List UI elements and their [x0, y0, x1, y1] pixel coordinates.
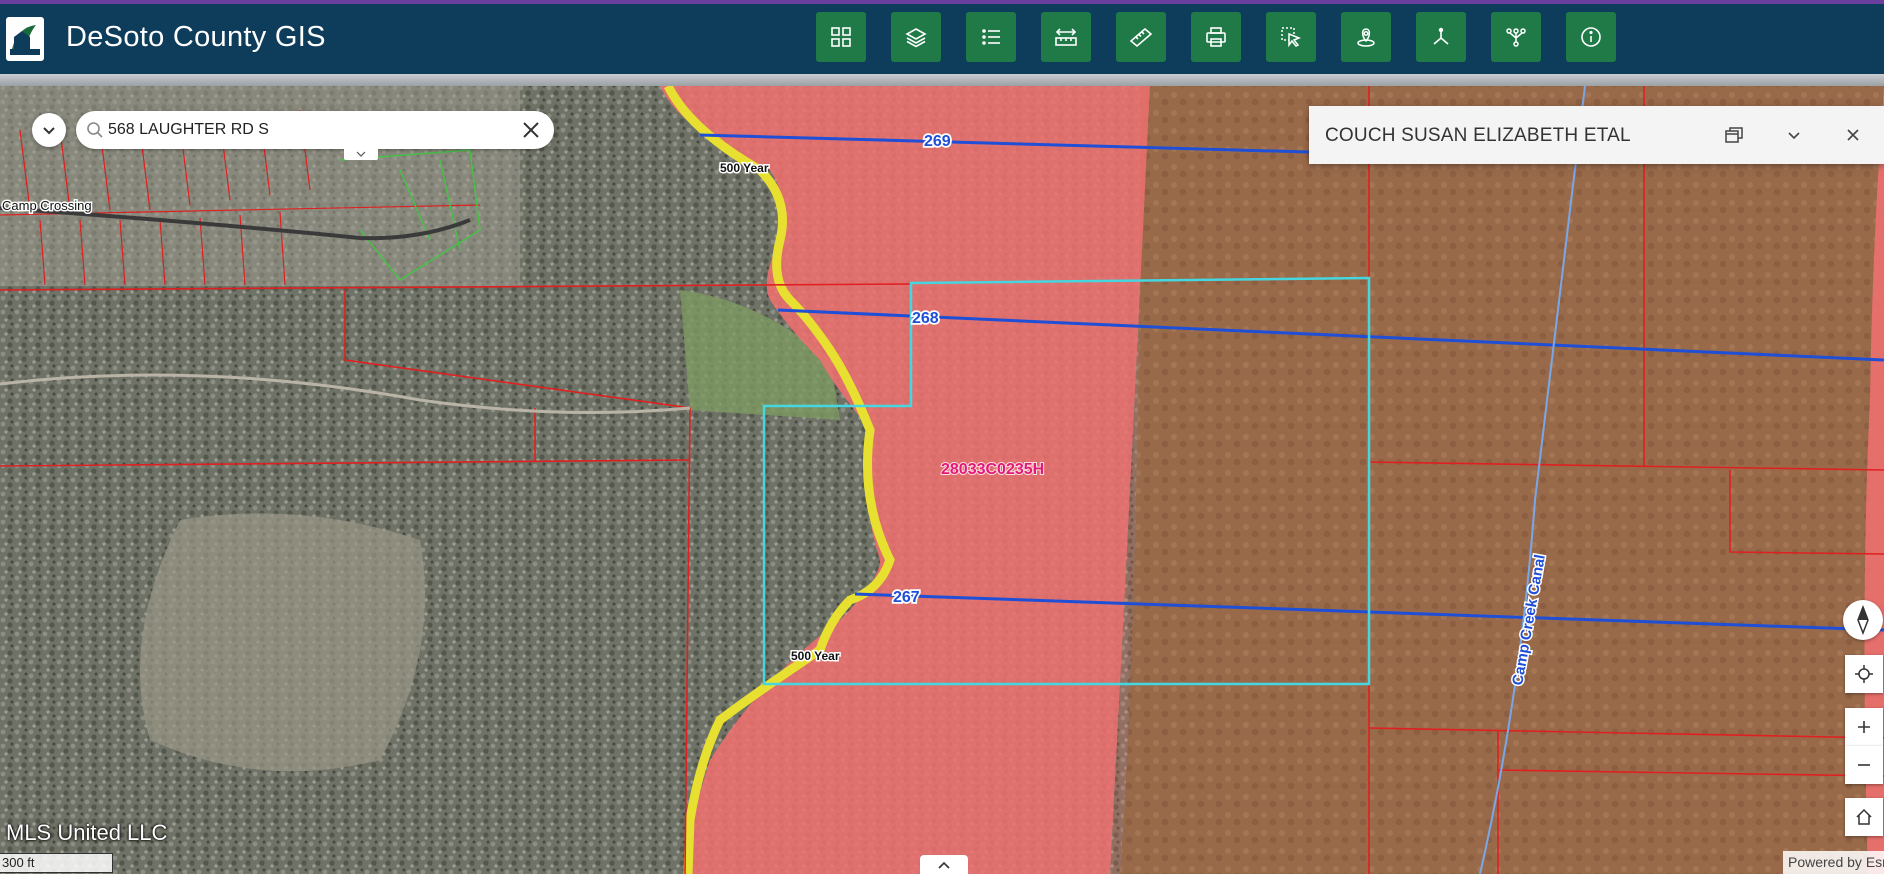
select-tool-icon [1281, 27, 1302, 48]
imagery-attribution: MLS United LLC [6, 820, 168, 845]
search-input[interactable]: 568 LAUGHTER RD S [76, 111, 554, 149]
locate-button[interactable] [1845, 655, 1883, 693]
plus-icon [1858, 721, 1870, 733]
contour-label-267: 267 [893, 589, 920, 606]
chevron-up-icon [938, 861, 950, 869]
county-logo-icon [10, 25, 40, 55]
app-title: DeSoto County GIS [66, 21, 326, 53]
chevron-down-icon [43, 127, 55, 135]
search-toggle-button[interactable] [32, 113, 66, 147]
county-logo [6, 17, 44, 61]
minus-icon [1858, 764, 1870, 766]
chevron-down-icon [1788, 132, 1800, 140]
flood-500-label-top: 500 Year [720, 161, 769, 175]
popup-title: COUCH SUSAN ELIZABETH ETAL [1325, 125, 1631, 146]
layers-icon [905, 28, 927, 48]
close-popup-button[interactable] [1840, 122, 1866, 148]
search-icon [87, 122, 103, 138]
network-trace-icon [1506, 28, 1526, 47]
app-header: DeSoto County GIS [0, 4, 1884, 74]
scale-bar: 300 ft [0, 853, 113, 873]
flood-panel-label: 28033C0235H [941, 461, 1044, 478]
header-shadow [0, 74, 1884, 86]
compass-icon [1857, 605, 1869, 635]
locate-icon [1855, 665, 1873, 683]
expand-panel-button[interactable] [920, 855, 968, 874]
contour-label-268: 268 [912, 310, 939, 327]
legend-button[interactable] [966, 12, 1016, 62]
search-value: 568 LAUGHTER RD S [108, 121, 269, 138]
info-button[interactable] [1566, 12, 1616, 62]
legend-list-icon [982, 29, 1000, 45]
ruler-icon [1129, 27, 1153, 48]
collapse-popup-button[interactable] [1781, 122, 1807, 148]
layers-button[interactable] [891, 12, 941, 62]
print-button[interactable] [1191, 12, 1241, 62]
flood-500-label-bottom: 500 Year [791, 649, 840, 663]
location-button[interactable] [1341, 12, 1391, 62]
home-icon [1856, 808, 1872, 825]
scale-bar-label: 300 ft [2, 855, 35, 870]
zoom-in-button[interactable] [1845, 708, 1883, 746]
widgets-grid-icon [831, 27, 851, 47]
contour-label-269: 269 [924, 133, 951, 150]
dock-icon [1725, 127, 1743, 143]
clear-search-icon[interactable] [522, 121, 540, 139]
clearing [140, 513, 425, 772]
close-icon [1847, 129, 1859, 141]
zoom-out-button[interactable] [1845, 746, 1883, 784]
coordinate-icon [1433, 27, 1449, 45]
print-icon [1206, 27, 1226, 47]
feature-popup: COUCH SUSAN ELIZABETH ETAL [1309, 106, 1884, 164]
flood-zone-overlay [1110, 86, 1884, 874]
esri-attribution[interactable]: Powered by Esri [1783, 851, 1884, 874]
road-label: Camp Crossing [2, 198, 92, 213]
trace-button[interactable] [1491, 12, 1541, 62]
map-view[interactable]: Camp Crossing 500 Year 500 Year 269 268 … [0, 86, 1884, 874]
compass-button[interactable] [1843, 600, 1883, 640]
measure-area-icon [1055, 28, 1077, 46]
suggestions-toggle[interactable] [344, 147, 378, 160]
location-pin-icon [1357, 28, 1375, 47]
chevron-down-icon [356, 151, 366, 157]
home-button[interactable] [1845, 798, 1883, 836]
info-icon [1581, 27, 1601, 47]
widgets-grid-button[interactable] [816, 12, 866, 62]
coordinate-button[interactable] [1416, 12, 1466, 62]
select-tool-button[interactable] [1266, 12, 1316, 62]
measure-button[interactable] [1116, 12, 1166, 62]
dock-popup-button[interactable] [1721, 122, 1747, 148]
powered-by-label: Powered by Esri [1788, 854, 1884, 870]
measure-area-button[interactable] [1041, 12, 1091, 62]
